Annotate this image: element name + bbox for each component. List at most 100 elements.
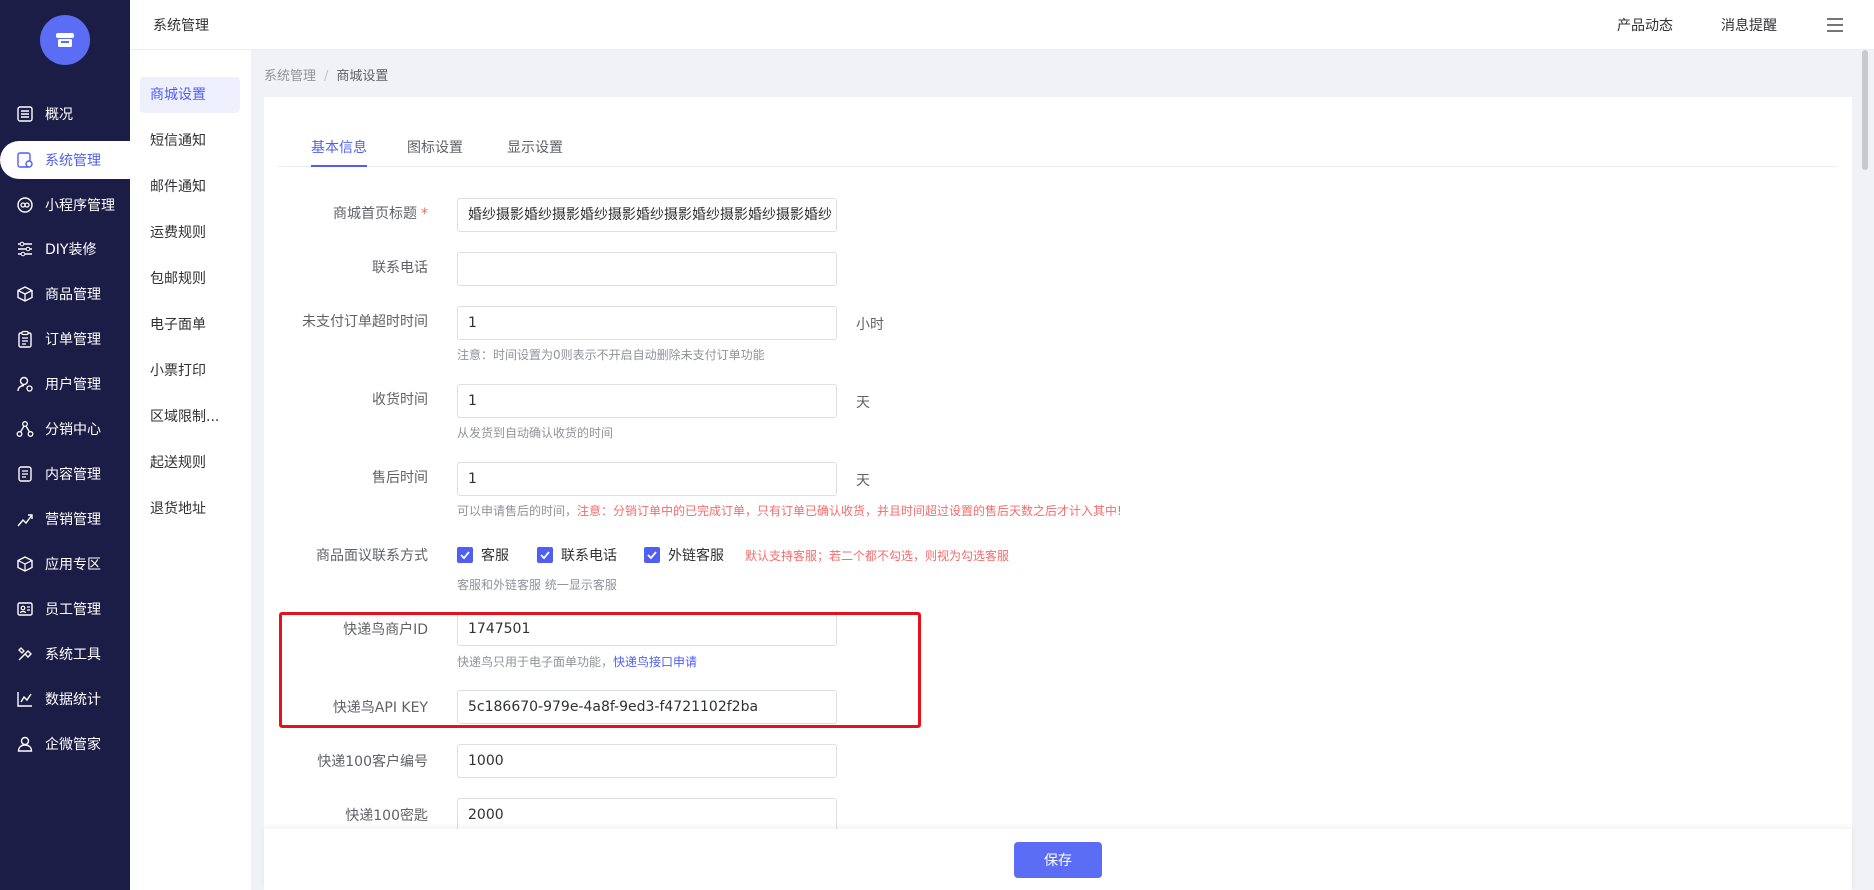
chart-icon xyxy=(15,509,35,529)
tab-icon-settings[interactable]: 图标设置 xyxy=(407,137,463,167)
nav-item-users[interactable]: 用户管理 xyxy=(0,365,134,403)
phone-input[interactable] xyxy=(457,252,837,286)
submenu-item-receipt-print[interactable]: 小票打印 xyxy=(140,353,240,389)
unpaid-timeout-tip: 注意：时间设置为0则表示不开启自动删除未支付订单功能 xyxy=(457,348,765,362)
phone-label: 联系电话 xyxy=(372,260,428,276)
contact-icon xyxy=(15,734,35,754)
user-gear-icon xyxy=(15,374,35,394)
miniapp-icon xyxy=(15,195,35,215)
page-scrollbar[interactable] xyxy=(1862,50,1868,170)
app-logo[interactable] xyxy=(40,15,90,65)
highlight-box xyxy=(279,612,921,728)
box-icon xyxy=(15,284,35,304)
receive-time-label: 收货时间 xyxy=(372,392,428,408)
nav-item-statistics[interactable]: 数据统计 xyxy=(0,680,134,718)
nav-item-diy[interactable]: DIY装修 xyxy=(0,230,134,268)
kd100-key-label: 快递100密匙 xyxy=(345,808,428,824)
nav-item-wecom[interactable]: 企微管家 xyxy=(0,725,134,763)
breadcrumb-parent[interactable]: 系统管理 xyxy=(264,69,316,84)
checkbox-customer-service[interactable]: 客服 xyxy=(457,545,509,565)
aftersale-time-input[interactable]: 1 xyxy=(457,462,837,496)
tab-display-settings[interactable]: 显示设置 xyxy=(507,137,563,167)
nav-item-label: 小程序管理 xyxy=(45,198,115,214)
checkbox-checked-icon xyxy=(537,547,553,563)
line-chart-icon xyxy=(15,689,35,709)
nav-item-label: 企微管家 xyxy=(45,737,101,753)
required-mark: * xyxy=(421,206,428,222)
unpaid-timeout-unit: 小时 xyxy=(856,317,884,333)
submenu-item-freight[interactable]: 运费规则 xyxy=(140,215,240,251)
unpaid-timeout-input[interactable]: 1 xyxy=(457,306,837,340)
menu-icon[interactable] xyxy=(1825,15,1845,35)
breadcrumb: 系统管理 / 商城设置 xyxy=(264,65,388,84)
nav-item-label: 分销中心 xyxy=(45,422,101,438)
nav-item-label: 应用专区 xyxy=(45,557,101,573)
main-sidebar: 概况 系统管理 小程序管理 DIY装修 商品管理 订单管理 用户管理 分销中心 … xyxy=(0,0,134,890)
nav-item-overview[interactable]: 概况 xyxy=(0,95,134,133)
tools-icon xyxy=(15,644,35,664)
nav-item-label: 系统管理 xyxy=(45,153,101,169)
nav-item-label: 营销管理 xyxy=(45,512,101,528)
header-title: 系统管理 xyxy=(153,18,209,34)
receive-time-tip: 从发货到自动确认收货的时间 xyxy=(457,426,614,440)
contact-method-label: 商品面议联系方式 xyxy=(316,548,428,564)
form-footer: 保存 xyxy=(264,829,1852,890)
nav-item-label: 订单管理 xyxy=(45,332,101,348)
top-header: 系统管理 产品动态 消息提醒 xyxy=(130,0,1874,50)
settings-tabs: 基本信息 图标设置 显示设置 xyxy=(278,97,1838,167)
nav-item-label: 概况 xyxy=(45,107,73,123)
submenu-item-waybill[interactable]: 电子面单 xyxy=(140,307,240,343)
id-card-icon xyxy=(15,599,35,619)
product-news-link[interactable]: 产品动态 xyxy=(1617,15,1673,35)
nav-item-label: 用户管理 xyxy=(45,377,101,393)
breadcrumb-separator: / xyxy=(324,69,329,84)
submenu-item-sms[interactable]: 短信通知 xyxy=(140,123,240,159)
nav-item-marketing[interactable]: 营销管理 xyxy=(0,500,134,538)
contact-method-tip: 客服和外链客服 统一显示客服 xyxy=(457,578,617,592)
submenu-item-min-delivery[interactable]: 起送规则 xyxy=(140,445,240,481)
submenu-item-region-limit[interactable]: 区域限制... xyxy=(140,399,240,435)
breadcrumb-current: 商城设置 xyxy=(336,69,389,84)
submenu-item-store-settings[interactable]: 商城设置 xyxy=(140,77,240,113)
aftersale-time-unit: 天 xyxy=(856,473,870,489)
message-reminder-link[interactable]: 消息提醒 xyxy=(1721,15,1777,35)
submenu-item-return-address[interactable]: 退货地址 xyxy=(140,491,240,527)
settings-submenu: 商城设置 短信通知 邮件通知 运费规则 包邮规则 电子面单 小票打印 区域限制.… xyxy=(130,50,251,890)
checkbox-external-service[interactable]: 外链客服 xyxy=(644,545,724,565)
sliders-icon xyxy=(15,239,35,259)
network-icon xyxy=(15,419,35,439)
nav-item-miniapp[interactable]: 小程序管理 xyxy=(0,186,134,224)
nav-item-orders[interactable]: 订单管理 xyxy=(0,320,134,358)
nav-item-content[interactable]: 内容管理 xyxy=(0,455,134,493)
unpaid-timeout-label: 未支付订单超时时间 xyxy=(302,314,428,330)
tab-basic-info[interactable]: 基本信息 xyxy=(311,137,367,167)
submenu-item-email[interactable]: 邮件通知 xyxy=(140,169,240,205)
kd100-key-input[interactable]: 2000 xyxy=(457,798,837,832)
nav-item-label: 内容管理 xyxy=(45,467,101,483)
receive-time-input[interactable]: 1 xyxy=(457,384,837,418)
aftersale-time-tip: 可以申请售后的时间，注意：分销订单中的已完成订单，只有订单已确认收货，并且时间超… xyxy=(457,504,1122,518)
checkbox-phone[interactable]: 联系电话 xyxy=(537,545,617,565)
settings-doc-icon xyxy=(15,150,35,170)
kd100-customer-input[interactable]: 1000 xyxy=(457,744,837,778)
aftersale-warning: 注意：分销订单中的已完成订单，只有订单已确认收货，并且时间超过设置的售后天数之后… xyxy=(577,504,1122,518)
nav-item-label: 系统工具 xyxy=(45,647,101,663)
receive-time-unit: 天 xyxy=(856,395,870,411)
checkbox-checked-icon xyxy=(644,547,660,563)
nav-item-staff[interactable]: 员工管理 xyxy=(0,590,134,628)
save-button[interactable]: 保存 xyxy=(1014,842,1102,878)
submenu-item-free-shipping[interactable]: 包邮规则 xyxy=(140,261,240,297)
store-title-input[interactable]: 婚纱摄影婚纱摄影婚纱摄影婚纱摄影婚纱摄影婚纱摄影婚纱 xyxy=(457,198,837,232)
nav-item-label: 数据统计 xyxy=(45,692,101,708)
store-title-label: 商城首页标题 * xyxy=(333,206,428,222)
store-icon xyxy=(56,33,74,47)
nav-item-system[interactable]: 系统管理 xyxy=(0,141,134,179)
nav-item-tools[interactable]: 系统工具 xyxy=(0,635,134,673)
nav-item-goods[interactable]: 商品管理 xyxy=(0,275,134,313)
contact-method-note: 默认支持客服；若二个都不勾选，则视为勾选客服 xyxy=(745,549,1010,563)
nav-item-apps[interactable]: 应用专区 xyxy=(0,545,134,583)
aftersale-time-label: 售后时间 xyxy=(372,470,428,486)
list-icon xyxy=(15,104,35,124)
nav-item-distribution[interactable]: 分销中心 xyxy=(0,410,134,448)
clipboard-icon xyxy=(15,329,35,349)
